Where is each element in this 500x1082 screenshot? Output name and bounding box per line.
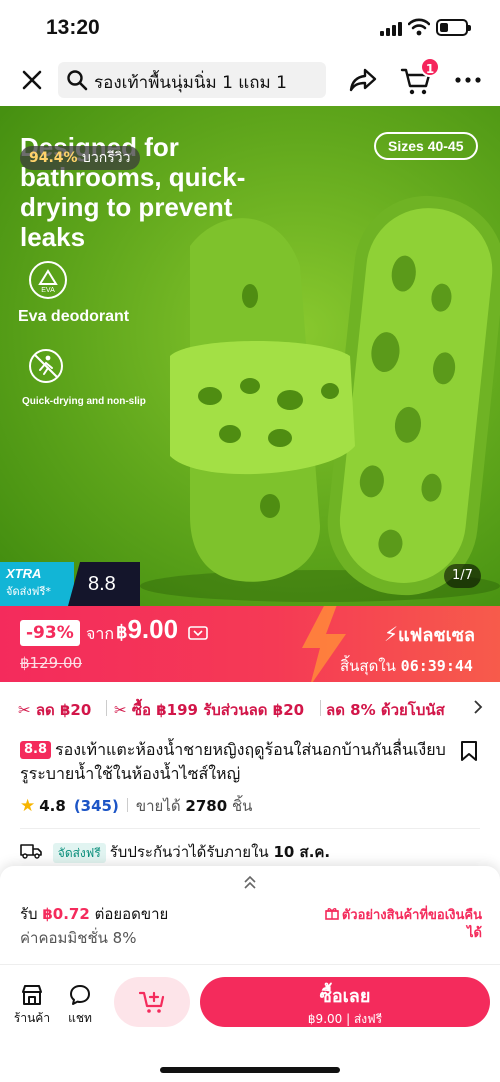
image-counter: 1/7 [444, 564, 481, 588]
divider [20, 828, 480, 829]
promo-text: ลด ฿20 [35, 701, 92, 719]
price-currency: ฿ [116, 622, 128, 642]
free-sample-text: ตัวอย่างสินค้าที่ขอเงินคืนได้ [341, 908, 482, 941]
battery-icon [436, 19, 471, 36]
search-header: รองเท้าพื้นนุ่มนิ่ม 1 แถม 1 1 [0, 56, 500, 106]
xtra-left: XTRA จัดส่งฟรี* [0, 562, 74, 606]
more-options-icon[interactable] [454, 76, 482, 84]
earn-amount: ฿0.72 [42, 905, 90, 923]
shop-label: ร้านค้า [13, 1011, 51, 1025]
rating-value: 4.8 [39, 797, 66, 815]
sizes-badge: Sizes 40-45 [374, 132, 478, 160]
coupon-icon: ✂ [18, 701, 31, 719]
quick-dry-feature-text: Quick-drying and non-slip [22, 396, 146, 407]
share-icon[interactable] [348, 66, 378, 94]
free-sample-link[interactable]: ตัวอย่างสินค้าที่ขอเงินคืนได้ [320, 906, 482, 943]
promo-text: ซื้อ ฿199 รับส่วนลด ฿20 [131, 701, 305, 719]
original-price: ฿129.00 [20, 654, 83, 672]
promo-item[interactable]: ✂ ลด ฿20 [18, 698, 91, 722]
countdown: สิ้นสุดใน 06:39:44 [340, 654, 473, 678]
earn-suffix: ต่อยอดขาย [94, 905, 169, 923]
flash-sale-price-banner: -93% จาก ฿9.00 ฿129.00 ⚡แฟลชเซล สิ้นสุดใ… [0, 606, 500, 682]
eva-feature-text: Eva deodorant [18, 308, 130, 325]
search-input[interactable]: รองเท้าพื้นนุ่มนิ่ม 1 แถม 1 [58, 62, 326, 98]
shop-button[interactable]: ร้านค้า [12, 983, 52, 1028]
delivery-text: รับประกันว่าได้รับภายใน [109, 843, 269, 861]
xtra-free-shipping-badge: XTRA จัดส่งฟรี* 8.8 [0, 562, 140, 606]
shop-icon [22, 985, 42, 1005]
status-bar: 13:20 [0, 0, 500, 56]
cart-count-badge: 1 [420, 57, 440, 77]
sale-event-badge: 8.8 [20, 741, 52, 759]
chat-label: แชท [68, 1011, 92, 1025]
chat-button[interactable]: แชท [62, 983, 98, 1028]
xtra-date: 8.8 [68, 562, 140, 606]
xtra-label: XTRA [6, 566, 42, 581]
chat-icon [70, 985, 90, 1005]
positive-review-label: บวกรีวิว [82, 150, 131, 166]
wifi-icon [408, 18, 430, 36]
countdown-time: 06:39:44 [400, 657, 473, 675]
close-icon[interactable] [18, 66, 46, 94]
price-amount: 9.00 [127, 614, 179, 644]
truck-icon [20, 844, 42, 859]
flash-sale-text: แฟลชเซล [398, 625, 476, 646]
rating-divider [126, 798, 128, 812]
sold-unit: ชิ้น [231, 797, 253, 815]
promo-item[interactable]: ลด 8% ด้วยโบนัส [326, 698, 445, 722]
home-indicator[interactable] [160, 1067, 340, 1073]
delivery-date: 10 ส.ค. [273, 843, 331, 861]
chevron-up-icon[interactable] [242, 874, 258, 890]
commission-rate: ค่าคอมมิชชั่น 8% [20, 929, 137, 947]
coupon-icon: ✂ [114, 701, 127, 719]
buy-now-button[interactable]: ซื้อเลย ฿9.00 | ส่งฟรี [200, 977, 490, 1027]
rating-row[interactable]: ★ 4.8 (345) ขายได้ 2780 ชิ้น [20, 794, 252, 818]
discount-tag: -93% [20, 620, 80, 646]
add-to-cart-icon [139, 991, 165, 1013]
ends-label: สิ้นสุดใน [340, 657, 396, 675]
promo-divider [320, 700, 321, 716]
positive-review-percent: 94.4% [29, 150, 78, 166]
sale-price: ฿9.00 [116, 614, 178, 645]
free-shipping-tag: จัดส่งฟรี [52, 843, 106, 863]
coupon-icon [188, 626, 208, 640]
promo-text: ลด 8% ด้วยโบนัส [326, 701, 445, 719]
sold-label: ขายได้ [135, 797, 181, 815]
sold-number: 2780 [185, 797, 228, 815]
promotions-row[interactable]: ✂ ลด ฿20 ✂ ซื้อ ฿199 รับส่วนลด ฿20 ลด 8%… [0, 690, 500, 726]
cellular-signal-icon [380, 22, 402, 36]
bookmark-icon[interactable] [460, 740, 478, 762]
product-title-text: รองเท้าแตะห้องน้ำชายหญิงฤดูร้อนใส่นอกบ้า… [20, 740, 446, 783]
add-to-cart-button[interactable] [114, 977, 190, 1027]
buy-now-label: ซื้อเลย [319, 986, 371, 1007]
promo-item[interactable]: ✂ ซื้อ ฿199 รับส่วนลด ฿20 [114, 698, 304, 722]
lightning-icon: ⚡ [384, 622, 399, 646]
non-slip-icon [29, 349, 63, 383]
commission-earn: รับ ฿0.72 ต่อยอดขาย [20, 902, 168, 926]
chevron-right-icon[interactable] [472, 700, 484, 714]
review-count[interactable]: (345) [74, 797, 119, 815]
earn-label: รับ [20, 905, 38, 923]
star-icon: ★ [20, 796, 36, 816]
positive-review-badge: 94.4% บวกรีวิว [20, 146, 140, 170]
eva-icon-label: EVA [41, 287, 55, 294]
affiliate-commission-sheet: รับ ฿0.72 ต่อยอดขาย ค่าคอมมิชชั่น 8% ตัว… [0, 866, 500, 964]
status-time: 13:20 [46, 16, 100, 39]
xtra-sub: จัดส่งฟรี* [6, 585, 51, 598]
search-query: รองเท้าพื้นนุ่มนิ่ม 1 แถม 1 [94, 73, 287, 93]
sold-count: ขายได้ 2780 ชิ้น [136, 797, 253, 815]
bottom-action-bar: ร้านค้า แชท ซื้อเลย ฿9.00 | ส่งฟรี [0, 964, 500, 1082]
product-image-carousel[interactable]: Designed for bathrooms, quick-drying to … [0, 106, 500, 606]
recycle-icon: EVA [29, 261, 67, 299]
price-from-label: จาก [86, 624, 115, 643]
flash-sale-label: ⚡แฟลชเซล [384, 620, 475, 649]
delivery-guarantee: รับประกันว่าได้รับภายใน 10 ส.ค. [110, 843, 330, 861]
search-icon [67, 70, 88, 91]
battery-level [440, 23, 448, 32]
buy-now-subtext: ฿9.00 | ส่งฟรี [307, 1012, 383, 1026]
product-title: 8.8 รองเท้าแตะห้องน้ำชายหญิงฤดูร้อนใส่นอก… [20, 738, 450, 786]
promo-divider [106, 700, 107, 716]
shipping-row[interactable]: จัดส่งฟรี รับประกันว่าได้รับภายใน 10 ส.ค. [20, 840, 330, 864]
gift-icon [325, 908, 339, 920]
